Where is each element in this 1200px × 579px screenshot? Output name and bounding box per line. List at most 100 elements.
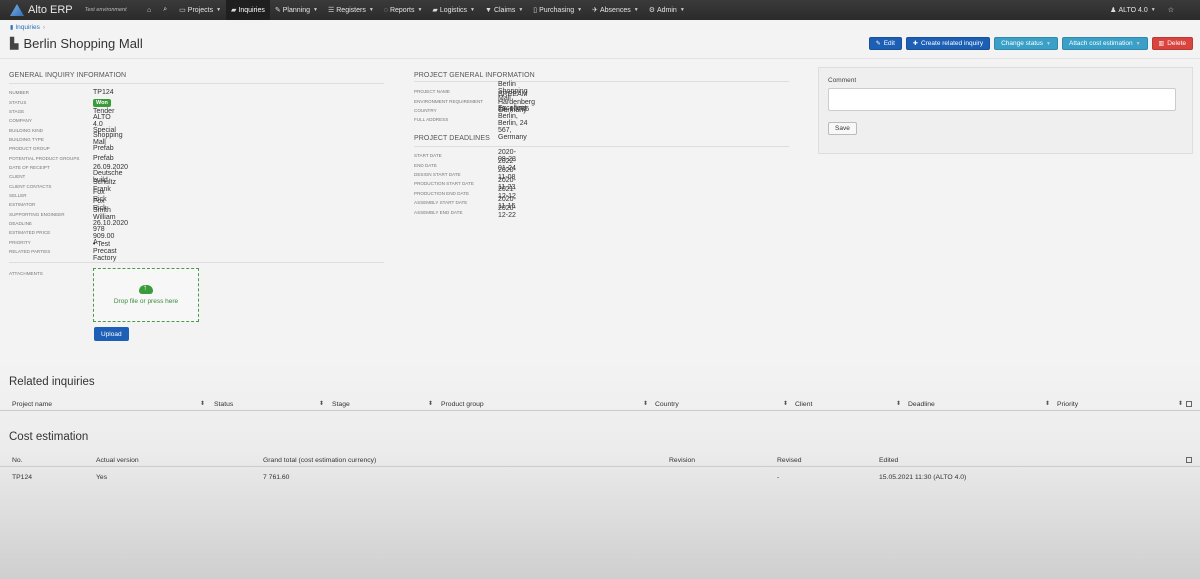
sort-icon[interactable]: ⬍ bbox=[1178, 400, 1183, 407]
action-toolbar: ✎ Edit ✚ Create related inquiry Change sta… bbox=[868, 37, 1193, 50]
field-label: SUPPORTING ENGINEER bbox=[9, 211, 65, 217]
cloud-upload-icon bbox=[139, 283, 153, 294]
field-label: COMPANY bbox=[9, 118, 32, 124]
nav-item-home[interactable]: ⌂ bbox=[142, 0, 158, 20]
attachments-row: ATTACHMENTS bbox=[9, 269, 43, 278]
edit-label: Edit bbox=[883, 40, 895, 47]
field-label: PRODUCTION END DATE bbox=[414, 190, 470, 196]
logistics-icon: ▰ bbox=[432, 7, 438, 14]
field-label: STAGE bbox=[9, 108, 25, 114]
field-row: DATE OF RECEIPT 26.09.2020 bbox=[9, 163, 128, 172]
nav-item-inquiries[interactable]: ▰ Inquiries bbox=[226, 0, 270, 20]
field-label: RELATED PARTIES bbox=[9, 249, 51, 255]
nav-item-planning[interactable]: ✎ Planning ▼ bbox=[270, 0, 323, 20]
reports-icon: ◌ bbox=[383, 6, 388, 14]
breadcrumb-inquiries-link[interactable]: Inquiries bbox=[15, 24, 40, 31]
sort-icon[interactable]: ⬍ bbox=[428, 400, 433, 407]
field-label: DATE OF RECEIPT bbox=[9, 164, 50, 170]
edit-button[interactable]: ✎ Edit bbox=[868, 37, 902, 50]
field-label: BUILDING KIND bbox=[9, 127, 43, 133]
file-dropzone[interactable]: Drop file or press here bbox=[93, 268, 199, 322]
field-row: ASSEMBLY END DATE 2020-12-22 bbox=[414, 205, 516, 219]
chevron-down-icon: ▼ bbox=[679, 7, 685, 13]
brand[interactable]: Alto ERP Test environment bbox=[0, 4, 142, 16]
column-header[interactable]: Project name bbox=[12, 401, 52, 408]
nav-item-absences[interactable]: ✈ Absences ▼ bbox=[587, 0, 644, 20]
attach-cost-estimation-button[interactable]: Attach cost estimation ▼ bbox=[1061, 37, 1148, 50]
sort-icon[interactable]: ⬍ bbox=[1045, 400, 1050, 407]
comment-panel: Comment Save bbox=[818, 67, 1193, 154]
field-row: NUMBER TP124 bbox=[9, 88, 114, 97]
field-row: BUILDING TYPE Shopping Mall bbox=[9, 132, 123, 146]
nav-item-search[interactable]: ⌕ bbox=[158, 0, 174, 20]
nav-item-projects[interactable]: ▭ Projects ▼ bbox=[174, 0, 226, 20]
nav-item-claims[interactable]: ▼ Claims ▼ bbox=[480, 0, 528, 20]
column-settings-icon[interactable] bbox=[1186, 457, 1192, 463]
create-related-inquiry-button[interactable]: ✚ Create related inquiry bbox=[905, 37, 991, 50]
favorite-button[interactable]: ☆ bbox=[1162, 0, 1180, 20]
column-header[interactable]: Country bbox=[655, 401, 679, 408]
column-header[interactable]: Stage bbox=[332, 401, 350, 408]
document-icon: ▮ bbox=[10, 25, 14, 31]
field-row: ESTIMATOR Fox Rick bbox=[9, 198, 107, 212]
nav-item-reports[interactable]: ◌ Reports ▼ bbox=[379, 0, 428, 20]
cost-cell-total: 7 761.60 bbox=[263, 474, 290, 481]
top-navbar: Alto ERP Test environment ⌂ ⌕ ▭ Projects ▼ ▰ I… bbox=[0, 0, 1200, 20]
field-row: ENVIRONMENT REQUIREMENT BREEAM - Excellen… bbox=[414, 91, 528, 112]
cost-row-number-link[interactable]: TP124 bbox=[12, 474, 32, 481]
nav-item-label: Reports bbox=[389, 6, 415, 14]
nav-item-purchasing[interactable]: ▯ Purchasing ▼ bbox=[528, 0, 587, 20]
user-menu[interactable]: ♟ ALTO 4.0 ▼ bbox=[1104, 0, 1162, 20]
page-title: ▙ Berlin Shopping Mall bbox=[10, 36, 143, 51]
column-header[interactable]: No. bbox=[12, 457, 23, 464]
column-header[interactable]: Grand total (cost estimation currency) bbox=[263, 457, 376, 464]
field-label: BUILDING TYPE bbox=[9, 136, 44, 142]
chevron-down-icon: ▼ bbox=[216, 7, 222, 13]
upload-button[interactable]: Upload bbox=[94, 327, 129, 341]
nav-item-registers[interactable]: ☰ Registers ▼ bbox=[323, 0, 379, 20]
general-info-bottom-rule bbox=[9, 262, 384, 263]
nav-item-label: Claims bbox=[493, 6, 516, 14]
breadcrumb-separator: › bbox=[42, 24, 46, 31]
sort-icon[interactable]: ⬍ bbox=[783, 400, 788, 407]
column-header[interactable]: Product group bbox=[441, 401, 484, 408]
column-header[interactable]: Status bbox=[214, 401, 233, 408]
column-header[interactable]: Revised bbox=[777, 457, 802, 464]
field-label: PRODUCTION START DATE bbox=[414, 181, 474, 187]
star-icon: ☆ bbox=[1167, 7, 1174, 14]
sort-icon[interactable]: ⬍ bbox=[200, 400, 205, 407]
nav-right: ♟ ALTO 4.0 ▼ ☆ bbox=[1104, 0, 1180, 20]
field-row: PRIORITY A bbox=[9, 238, 98, 247]
field-row: PRODUCT GROUP Prefab bbox=[9, 144, 114, 153]
field-label: ENVIRONMENT REQUIREMENT bbox=[414, 98, 484, 104]
column-header[interactable]: Deadline bbox=[908, 401, 935, 408]
file-icon: ▙ bbox=[10, 38, 19, 50]
nav-item-logistics[interactable]: ▰ Logistics ▼ bbox=[427, 0, 480, 20]
column-header[interactable]: Edited bbox=[879, 457, 898, 464]
sort-icon[interactable]: ⬍ bbox=[896, 400, 901, 407]
page-title-text: Berlin Shopping Mall bbox=[23, 36, 143, 51]
column-header[interactable]: Actual version bbox=[96, 457, 139, 464]
change-status-button[interactable]: Change status ▼ bbox=[994, 37, 1058, 50]
chevron-down-icon: ▼ bbox=[368, 7, 374, 13]
column-header[interactable]: Priority bbox=[1057, 401, 1078, 408]
pencil-icon: ✎ bbox=[875, 41, 881, 47]
chevron-down-icon: ▼ bbox=[470, 7, 475, 13]
nav-item-label: Projects bbox=[187, 6, 214, 14]
field-value: Prefab bbox=[93, 154, 114, 162]
column-header[interactable]: Client bbox=[795, 401, 812, 408]
wrench-icon: ✎ bbox=[274, 7, 281, 14]
column-settings-icon[interactable] bbox=[1186, 401, 1192, 407]
field-row: PROJECT NAME Berlin Shopping Mall bbox=[414, 81, 528, 102]
chevron-down-icon: ▼ bbox=[417, 7, 423, 13]
sort-icon[interactable]: ⬍ bbox=[319, 400, 324, 407]
delete-button[interactable]: ▥ Delete bbox=[1151, 37, 1193, 50]
comment-textarea[interactable] bbox=[828, 88, 1176, 111]
save-comment-button[interactable]: Save bbox=[828, 122, 857, 135]
project-deadlines-rule bbox=[414, 146, 789, 147]
nav-item-admin[interactable]: ⚙ Admin ▼ bbox=[644, 0, 690, 20]
sort-icon[interactable]: ⬍ bbox=[643, 400, 648, 407]
field-row: PRODUCTION END DATE 2021-12-12 bbox=[414, 186, 516, 200]
field-label: POTENTIAL PRODUCT GROUPS bbox=[9, 155, 80, 161]
column-header[interactable]: Revision bbox=[669, 457, 695, 464]
